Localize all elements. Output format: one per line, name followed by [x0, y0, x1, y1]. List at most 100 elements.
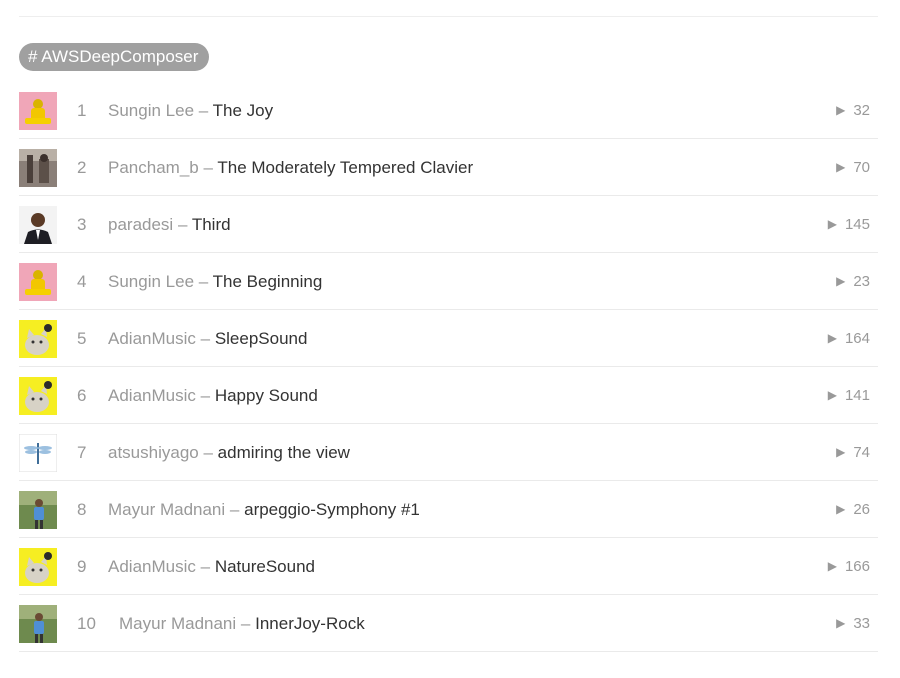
track-row[interactable]: 9 AdianMusic – NatureSound ▶ 166: [19, 538, 878, 595]
artist-link[interactable]: Sungin Lee: [108, 272, 194, 291]
cat-art-icon: [19, 548, 57, 586]
play-count: ▶ 23: [836, 253, 870, 311]
play-count-value: 164: [844, 330, 870, 347]
play-count: ▶ 145: [828, 196, 870, 254]
separator: –: [200, 557, 211, 576]
track-title-link[interactable]: Happy Sound: [215, 386, 318, 405]
play-count: ▶ 33: [836, 595, 870, 653]
play-icon: ▶: [836, 616, 846, 630]
play-count: ▶ 166: [828, 538, 870, 596]
play-icon: ▶: [836, 274, 846, 288]
play-count-value: 26: [853, 501, 870, 518]
play-count: ▶ 141: [828, 367, 870, 425]
yellow-figure-art-icon: [19, 92, 57, 130]
track-title-line: Sungin Lee – The Beginning: [108, 253, 322, 310]
track-row[interactable]: 10 Mayur Madnani – InnerJoy-Rock ▶ 33: [19, 595, 878, 652]
yellow-figure-art-icon: [19, 263, 57, 301]
play-icon: ▶: [827, 388, 837, 402]
street-photo-art-icon: [19, 149, 57, 187]
play-icon: ▶: [836, 103, 846, 117]
play-icon: ▶: [827, 217, 837, 231]
play-count-value: 145: [844, 216, 870, 233]
track-title-link[interactable]: The Joy: [213, 101, 273, 120]
outdoor-person-art-icon: [19, 491, 57, 529]
track-row[interactable]: 1 Sungin Lee – The Joy ▶ 32: [19, 82, 878, 139]
track-row[interactable]: 3 paradesi – Third ▶ 145: [19, 196, 878, 253]
track-title-line: Mayur Madnani – InnerJoy-Rock: [119, 595, 365, 652]
track-row[interactable]: 6 AdianMusic – Happy Sound ▶ 141: [19, 367, 878, 424]
track-title-line: AdianMusic – NatureSound: [108, 538, 315, 595]
track-rank: 10: [77, 614, 96, 633]
artist-link[interactable]: atsushiyago: [108, 443, 199, 462]
track-rank: 3: [77, 215, 87, 234]
play-count: ▶ 32: [836, 82, 870, 140]
track-row[interactable]: 5 AdianMusic – SleepSound ▶ 164: [19, 310, 878, 367]
play-count-value: 32: [853, 102, 870, 119]
track-rank: 2: [77, 158, 87, 177]
separator: –: [203, 443, 213, 462]
artist-link[interactable]: AdianMusic: [108, 386, 196, 405]
dragonfly-art-icon: [19, 434, 57, 472]
play-count-value: 70: [853, 159, 870, 176]
play-icon: ▶: [836, 160, 846, 174]
separator: –: [177, 215, 188, 234]
track-title-link[interactable]: arpeggio-Symphony #1: [244, 500, 420, 519]
track-rank: 1: [77, 101, 87, 120]
track-artwork[interactable]: [19, 92, 57, 130]
track-rank: 7: [77, 443, 87, 462]
track-title-line: atsushiyago – admiring the view: [108, 424, 350, 481]
track-title-link[interactable]: admiring the view: [218, 443, 350, 462]
play-count-value: 141: [844, 387, 870, 404]
separator: –: [198, 272, 209, 291]
track-rank: 8: [77, 500, 87, 519]
track-title-link[interactable]: NatureSound: [215, 557, 315, 576]
separator: –: [203, 158, 213, 177]
track-rank: 9: [77, 557, 87, 576]
divider: [19, 16, 878, 17]
track-artwork[interactable]: [19, 377, 57, 415]
track-list: 1 Sungin Lee – The Joy ▶ 32 2 Pancham_b –…: [19, 82, 878, 652]
artist-link[interactable]: paradesi: [108, 215, 173, 234]
track-title-line: Sungin Lee – The Joy: [108, 82, 273, 139]
track-artwork[interactable]: [19, 149, 57, 187]
play-icon: ▶: [836, 502, 846, 516]
play-icon: ▶: [827, 331, 837, 345]
artist-link[interactable]: Mayur Madnani: [119, 614, 236, 633]
track-title-line: AdianMusic – SleepSound: [108, 310, 307, 367]
track-row[interactable]: 4 Sungin Lee – The Beginning ▶ 23: [19, 253, 878, 310]
track-title-link[interactable]: The Beginning: [213, 272, 323, 291]
play-count-value: 23: [853, 273, 870, 290]
artist-link[interactable]: Mayur Madnani: [108, 500, 225, 519]
track-artwork[interactable]: [19, 491, 57, 529]
track-title-link[interactable]: InnerJoy-Rock: [255, 614, 365, 633]
artist-link[interactable]: AdianMusic: [108, 329, 196, 348]
track-artwork[interactable]: [19, 320, 57, 358]
track-artwork[interactable]: [19, 263, 57, 301]
track-list-page: # AWSDeepComposer 1 Sungin Lee – The Joy…: [0, 0, 900, 678]
track-artwork[interactable]: [19, 605, 57, 643]
artist-link[interactable]: Sungin Lee: [108, 101, 194, 120]
track-artwork[interactable]: [19, 206, 57, 244]
play-icon: ▶: [836, 445, 846, 459]
track-artwork[interactable]: [19, 434, 57, 472]
outdoor-person-art-icon: [19, 605, 57, 643]
track-row[interactable]: 2 Pancham_b – The Moderately Tempered Cl…: [19, 139, 878, 196]
play-count-value: 166: [844, 558, 870, 575]
portrait-photo-art-icon: [19, 206, 57, 244]
play-count: ▶ 74: [836, 424, 870, 482]
play-count: ▶ 70: [836, 139, 870, 197]
hashtag-pill[interactable]: # AWSDeepComposer: [19, 43, 210, 71]
track-artwork[interactable]: [19, 548, 57, 586]
separator: –: [240, 614, 251, 633]
track-title-link[interactable]: Third: [192, 215, 231, 234]
artist-link[interactable]: Pancham_b: [108, 158, 199, 177]
play-count: ▶ 164: [828, 310, 870, 368]
track-row[interactable]: 7 atsushiyago – admiring the view ▶ 74: [19, 424, 878, 481]
artist-link[interactable]: AdianMusic: [108, 557, 196, 576]
track-rank: 4: [77, 272, 87, 291]
track-row[interactable]: 8 Mayur Madnani – arpeggio-Symphony #1 ▶…: [19, 481, 878, 538]
separator: –: [200, 329, 211, 348]
track-title-link[interactable]: The Moderately Tempered Clavier: [217, 158, 473, 177]
track-title-line: Mayur Madnani – arpeggio-Symphony #1: [108, 481, 420, 538]
track-title-link[interactable]: SleepSound: [215, 329, 308, 348]
